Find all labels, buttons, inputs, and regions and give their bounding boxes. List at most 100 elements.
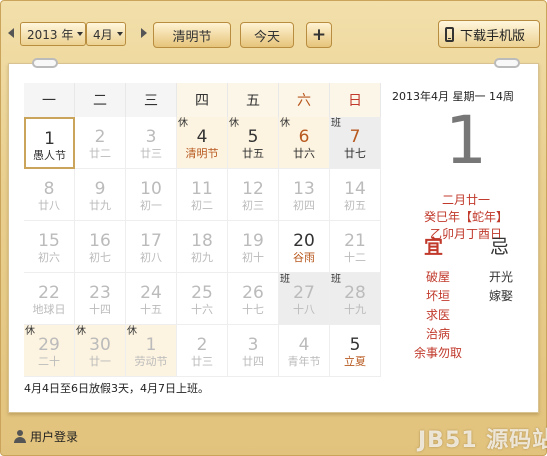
- year-select[interactable]: 2013 年: [20, 22, 86, 46]
- day-cell[interactable]: 休 1 劳动节: [126, 325, 177, 377]
- lunar-label: 十五: [140, 303, 162, 316]
- yi-item: 求医: [425, 308, 450, 322]
- day-number: 30: [89, 335, 111, 355]
- day-number: 28: [344, 283, 366, 303]
- binder-clip-icon: [494, 58, 520, 68]
- day-cell[interactable]: 19 初十: [228, 221, 279, 273]
- day-cell[interactable]: 13 初四: [279, 169, 330, 221]
- yi-item: 余事勿取: [413, 346, 462, 360]
- next-month-arrow-icon[interactable]: [141, 28, 147, 38]
- day-cell[interactable]: 2 廿三: [177, 325, 228, 377]
- lunar-label: 初二: [191, 199, 213, 212]
- day-number: 6: [298, 127, 310, 147]
- lunar-label: 廿四: [242, 355, 264, 368]
- day-number: 20: [293, 231, 315, 251]
- binder-clip-icon: [32, 58, 58, 68]
- day-cell[interactable]: 2 廿二: [75, 117, 126, 169]
- selected-day-number: 1: [445, 102, 487, 179]
- day-cell[interactable]: 24 十五: [126, 273, 177, 325]
- today-button[interactable]: 今天: [240, 22, 294, 48]
- day-number: 1: [145, 335, 157, 355]
- lunar-label: 清明节: [185, 147, 219, 160]
- day-cell[interactable]: 15 初六: [24, 221, 75, 273]
- month-grid: 一 二 三 四 五 六 日 1 愚人节 2 廿二 3 廿三休 4 清明节休 5 廿五休 6 廿六班 7 廿…: [24, 83, 381, 377]
- day-number: 2: [94, 127, 106, 147]
- chevron-down-icon: [77, 32, 84, 36]
- weekday-thu: 四: [177, 83, 228, 117]
- day-cell[interactable]: 11 初二: [177, 169, 228, 221]
- prev-month-arrow-icon[interactable]: [8, 28, 14, 38]
- lunar-label: 十九: [344, 303, 366, 316]
- day-cell[interactable]: 班 7 廿七: [330, 117, 381, 169]
- weekday-fri: 五: [228, 83, 279, 117]
- holiday-note: 4月4日至6日放假3天，4月7日上班。: [24, 382, 209, 395]
- day-cell[interactable]: 14 初五: [330, 169, 381, 221]
- day-cell[interactable]: 9 廿九: [75, 169, 126, 221]
- day-cell[interactable]: 22 地球日: [24, 273, 75, 325]
- day-number: 19: [242, 231, 264, 251]
- day-number: 12: [242, 179, 264, 199]
- day-cell[interactable]: 23 十四: [75, 273, 126, 325]
- yi-item: 坏垣: [425, 289, 450, 303]
- day-cell[interactable]: 16 初七: [75, 221, 126, 273]
- day-cell[interactable]: 26 十七: [228, 273, 279, 325]
- lunar-date: 二月廿一: [441, 193, 490, 207]
- day-number: 23: [89, 283, 111, 303]
- lunar-label: 初九: [191, 251, 213, 264]
- day-cell[interactable]: 3 廿三: [126, 117, 177, 169]
- day-cell[interactable]: 10 初一: [126, 169, 177, 221]
- add-button[interactable]: +: [306, 22, 332, 48]
- day-cell[interactable]: 休 30 廿一: [75, 325, 126, 377]
- lunar-label: 青年节: [287, 355, 321, 368]
- lunar-label: 廿二: [89, 147, 111, 160]
- day-number: 18: [191, 231, 213, 251]
- day-cell[interactable]: 8 廿八: [24, 169, 75, 221]
- day-cell[interactable]: 班 28 十九: [330, 273, 381, 325]
- lunar-label: 廿六: [293, 147, 315, 160]
- lunar-label: 廿一: [89, 355, 111, 368]
- download-mobile-button[interactable]: 下载手机版: [438, 20, 540, 48]
- day-number: 10: [140, 179, 162, 199]
- toolbar: 2013 年 4月 清明节 今天 + 下载手机版: [0, 0, 547, 52]
- day-cell[interactable]: 休 4 清明节: [177, 117, 228, 169]
- day-cell[interactable]: 休 29 二十: [24, 325, 75, 377]
- day-cell[interactable]: 21 十二: [330, 221, 381, 273]
- day-number: 16: [89, 231, 111, 251]
- lunar-label: 立夏: [344, 355, 366, 368]
- day-number: 11: [191, 179, 213, 199]
- lunar-label: 初十: [242, 251, 264, 264]
- login-link[interactable]: 用户登录: [14, 428, 78, 445]
- day-number: 26: [242, 283, 264, 303]
- day-cell[interactable]: 18 初九: [177, 221, 228, 273]
- lunar-label: 十八: [293, 303, 315, 316]
- lunar-label: 廿三: [191, 355, 213, 368]
- footer: 用户登录 JB51 源码站: [0, 420, 547, 456]
- day-number: 5: [247, 127, 259, 147]
- day-detail-panel: 2013年4月 星期一 14周 1 二月廿一 癸巳年【蛇年】 乙卯月丁酉日: [392, 88, 540, 243]
- weekday-header: 一 二 三 四 五 六 日: [24, 83, 381, 117]
- holiday-badge: 休: [76, 326, 86, 337]
- workday-badge: 班: [280, 274, 290, 285]
- day-cell[interactable]: 休 5 廿五: [228, 117, 279, 169]
- lunar-label: 廿八: [38, 199, 60, 212]
- day-number: 14: [344, 179, 366, 199]
- day-cell[interactable]: 班 27 十八: [279, 273, 330, 325]
- login-label: 用户登录: [30, 430, 79, 444]
- day-cell[interactable]: 25 十六: [177, 273, 228, 325]
- chevron-down-icon: [116, 32, 123, 36]
- lunar-label: 二十: [38, 355, 60, 368]
- day-cell[interactable]: 17 初八: [126, 221, 177, 273]
- day-cell[interactable]: 12 初三: [228, 169, 279, 221]
- day-cell[interactable]: 5 立夏: [330, 325, 381, 377]
- lunar-label: 初四: [293, 199, 315, 212]
- lunar-label: 十四: [89, 303, 111, 316]
- day-cell[interactable]: 3 廿四: [228, 325, 279, 377]
- qingming-button[interactable]: 清明节: [153, 22, 231, 48]
- day-number: 7: [349, 127, 361, 147]
- day-cell[interactable]: 4 青年节: [279, 325, 330, 377]
- day-number: 17: [140, 231, 162, 251]
- day-cell[interactable]: 休 6 廿六: [279, 117, 330, 169]
- month-select[interactable]: 4月: [86, 22, 126, 46]
- day-cell[interactable]: 20 谷雨: [279, 221, 330, 273]
- day-cell[interactable]: 1 愚人节: [24, 117, 75, 169]
